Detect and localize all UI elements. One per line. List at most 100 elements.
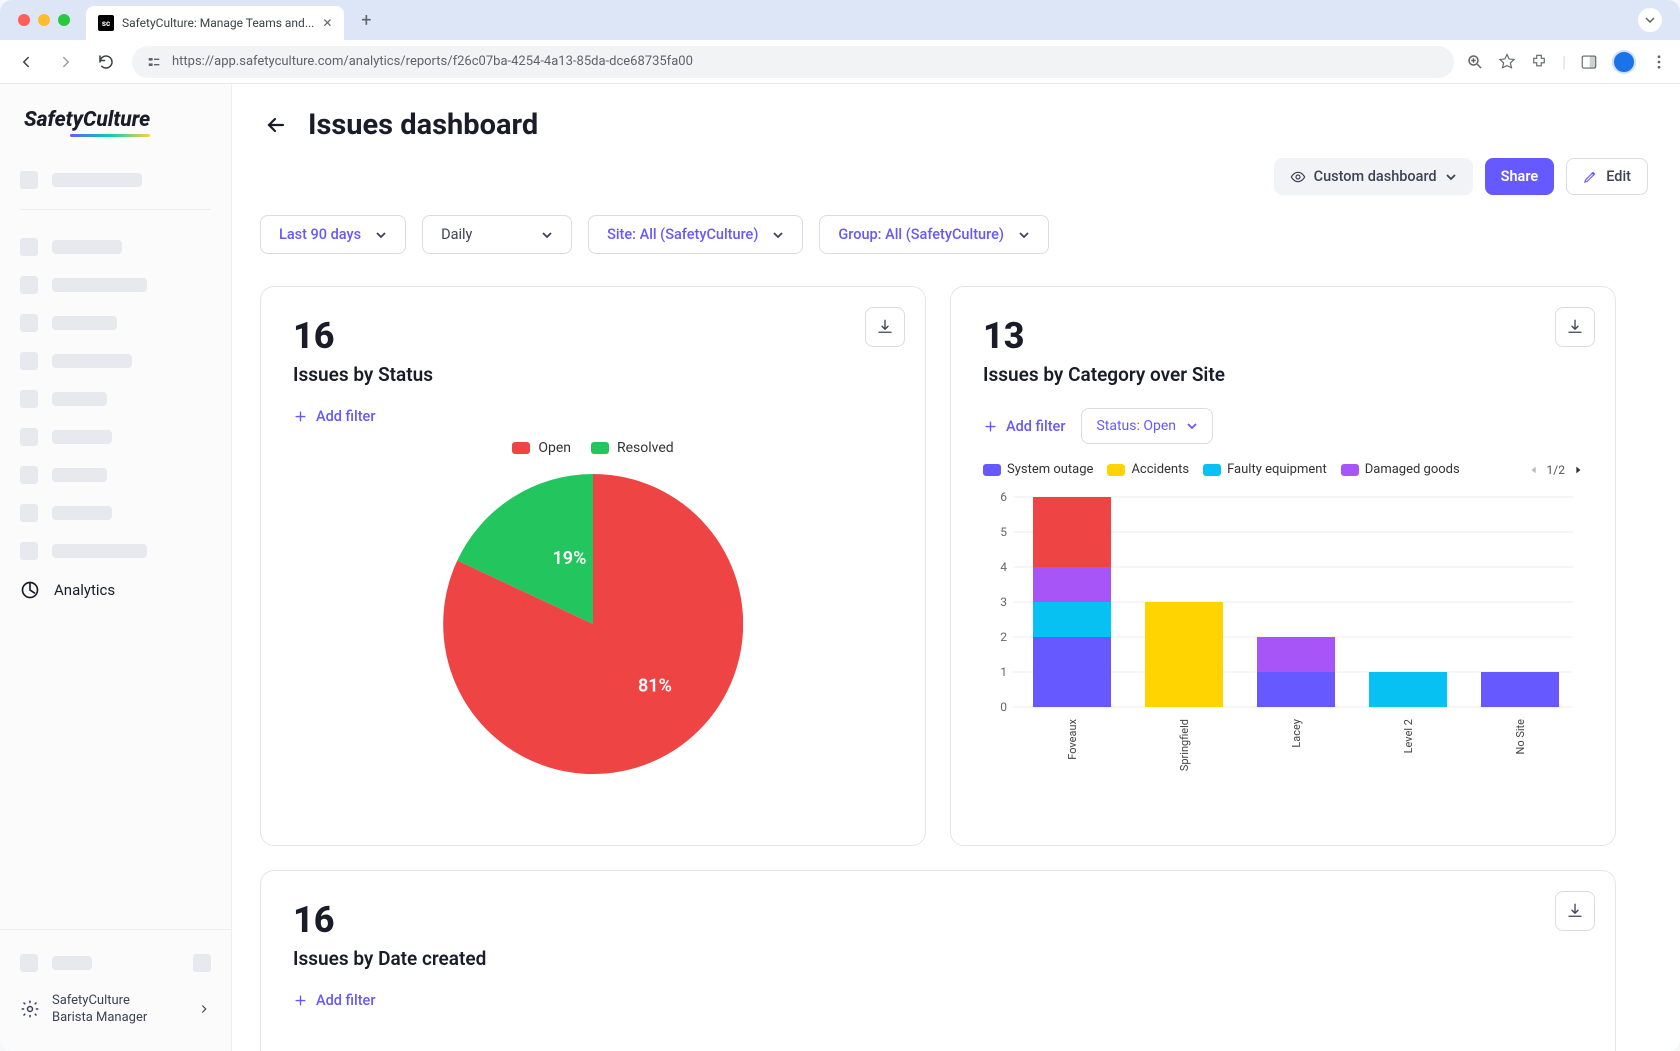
sidebar-item-analytics[interactable]: Analytics xyxy=(20,570,211,610)
close-tab-icon[interactable]: ✕ xyxy=(322,16,332,30)
dashboard-type-dropdown[interactable]: Custom dashboard xyxy=(1274,158,1473,195)
sidebar-item-placeholder xyxy=(20,532,211,570)
download-button[interactable] xyxy=(1555,307,1595,347)
share-label: Share xyxy=(1501,168,1539,185)
back-button[interactable] xyxy=(264,113,288,137)
bookmark-icon[interactable] xyxy=(1498,53,1516,71)
svg-text:4: 4 xyxy=(1000,560,1007,574)
share-button[interactable]: Share xyxy=(1485,158,1555,195)
add-filter-button[interactable]: Add filter xyxy=(293,992,375,1009)
chevron-down-icon xyxy=(541,229,553,241)
metric-count: 13 xyxy=(983,315,1583,357)
analytics-icon xyxy=(20,580,40,600)
pie-slice-label: 19% xyxy=(553,548,587,569)
page-title: Issues dashboard xyxy=(308,108,538,142)
svg-text:5: 5 xyxy=(1000,525,1007,539)
url-text: https://app.safetyculture.com/analytics/… xyxy=(172,54,693,69)
sidebar-item-placeholder xyxy=(20,161,211,199)
svg-text:6: 6 xyxy=(1000,490,1007,504)
profile-avatar-icon[interactable] xyxy=(1612,50,1636,74)
pager-prev-icon[interactable] xyxy=(1529,465,1539,475)
chart-legend: Open Resolved xyxy=(512,440,673,456)
logo[interactable]: SafetyCulture xyxy=(0,84,231,153)
legend-label: Accidents xyxy=(1131,462,1189,477)
download-icon xyxy=(1566,902,1584,920)
new-tab-button[interactable]: + xyxy=(352,6,380,34)
download-icon xyxy=(876,318,894,336)
chevron-down-icon xyxy=(375,229,387,241)
card-title: Issues by Status xyxy=(293,363,893,386)
minimize-window-icon[interactable] xyxy=(38,14,50,26)
window-controls[interactable] xyxy=(10,14,78,26)
sidebar-item-placeholder xyxy=(20,266,211,304)
plus-icon xyxy=(983,419,998,434)
filter-interval[interactable]: Daily xyxy=(422,215,572,254)
download-button[interactable] xyxy=(1555,891,1595,931)
legend-label: System outage xyxy=(1007,462,1093,477)
sidebar-item-placeholder xyxy=(20,456,211,494)
sidepanel-icon[interactable] xyxy=(1580,53,1598,71)
browser-tab[interactable]: sc SafetyCulture: Manage Teams and... ✕ xyxy=(86,6,344,40)
bar-chart: 0 1 2 3 4 5 6 xyxy=(983,487,1583,777)
chevron-down-icon xyxy=(1186,420,1198,432)
sidebar-item-placeholder xyxy=(20,944,211,982)
eye-icon xyxy=(1290,169,1306,185)
logo-text: SafetyCulture xyxy=(24,108,150,132)
svg-text:Level 2: Level 2 xyxy=(1402,719,1415,753)
filter-group[interactable]: Group: All (SafetyCulture) xyxy=(819,215,1049,254)
extensions-icon[interactable] xyxy=(1530,53,1548,71)
browser-chrome: sc SafetyCulture: Manage Teams and... ✕ … xyxy=(0,0,1680,84)
pager-next-icon[interactable] xyxy=(1573,465,1583,475)
address-bar[interactable]: https://app.safetyculture.com/analytics/… xyxy=(132,46,1454,78)
zoom-icon[interactable] xyxy=(1466,53,1484,71)
browser-reload-button[interactable] xyxy=(92,48,120,76)
legend-label: Resolved xyxy=(617,440,674,456)
status-filter-dropdown[interactable]: Status: Open xyxy=(1081,408,1213,444)
sidebar-item-label: Analytics xyxy=(54,581,115,599)
sidebar-item-placeholder xyxy=(20,418,211,456)
card-issues-by-category: 13 Issues by Category over Site Add filt… xyxy=(950,286,1616,846)
svg-text:0: 0 xyxy=(1000,700,1007,714)
tab-title: SafetyCulture: Manage Teams and... xyxy=(122,16,314,30)
pager-text: 1/2 xyxy=(1547,463,1565,477)
card-title: Issues by Category over Site xyxy=(983,363,1583,386)
workspace-name: SafetyCulture xyxy=(52,992,147,1010)
card-issues-by-date: 16 Issues by Date created Add filter xyxy=(260,870,1616,1051)
edit-button[interactable]: Edit xyxy=(1566,158,1648,195)
sidebar-item-placeholder xyxy=(20,494,211,532)
browser-forward-button[interactable] xyxy=(52,48,80,76)
filter-label: Site: All (SafetyCulture) xyxy=(607,226,758,243)
svg-text:No Site: No Site xyxy=(1514,719,1527,755)
download-button[interactable] xyxy=(865,307,905,347)
filter-site[interactable]: Site: All (SafetyCulture) xyxy=(588,215,803,254)
add-filter-button[interactable]: Add filter xyxy=(983,418,1065,435)
browser-menu-icon[interactable] xyxy=(1650,53,1668,71)
dashboard-type-label: Custom dashboard xyxy=(1314,168,1437,185)
svg-text:2: 2 xyxy=(1000,630,1007,644)
card-issues-by-status: 16 Issues by Status Add filter Open Reso… xyxy=(260,286,926,846)
add-filter-label: Add filter xyxy=(1006,418,1065,435)
metric-count: 16 xyxy=(293,899,1583,941)
site-settings-icon[interactable] xyxy=(146,54,162,70)
gear-icon xyxy=(20,999,40,1019)
workspace-role: Barista Manager xyxy=(52,1009,147,1027)
workspace-switcher[interactable]: SafetyCulture Barista Manager xyxy=(20,982,211,1037)
plus-icon xyxy=(293,993,308,1008)
add-filter-label: Add filter xyxy=(316,992,375,1009)
edit-label: Edit xyxy=(1606,168,1631,185)
filter-bar: Last 90 days Daily Site: All (SafetyCult… xyxy=(232,195,1680,262)
tab-dropdown-icon[interactable] xyxy=(1638,8,1662,32)
svg-text:3: 3 xyxy=(1000,595,1007,609)
pie-chart: 19% 81% xyxy=(443,474,743,774)
sidebar-item-placeholder xyxy=(20,304,211,342)
chart-legend: System outage Accidents Faulty equipment… xyxy=(983,462,1583,477)
add-filter-button[interactable]: Add filter xyxy=(293,408,375,425)
status-filter-label: Status: Open xyxy=(1096,418,1176,434)
browser-back-button[interactable] xyxy=(12,48,40,76)
svg-text:Foveaux: Foveaux xyxy=(1066,718,1079,759)
maximize-window-icon[interactable] xyxy=(58,14,70,26)
legend-label: Open xyxy=(538,440,571,456)
svg-text:Springfield: Springfield xyxy=(1178,719,1191,771)
filter-daterange[interactable]: Last 90 days xyxy=(260,215,406,254)
close-window-icon[interactable] xyxy=(18,14,30,26)
